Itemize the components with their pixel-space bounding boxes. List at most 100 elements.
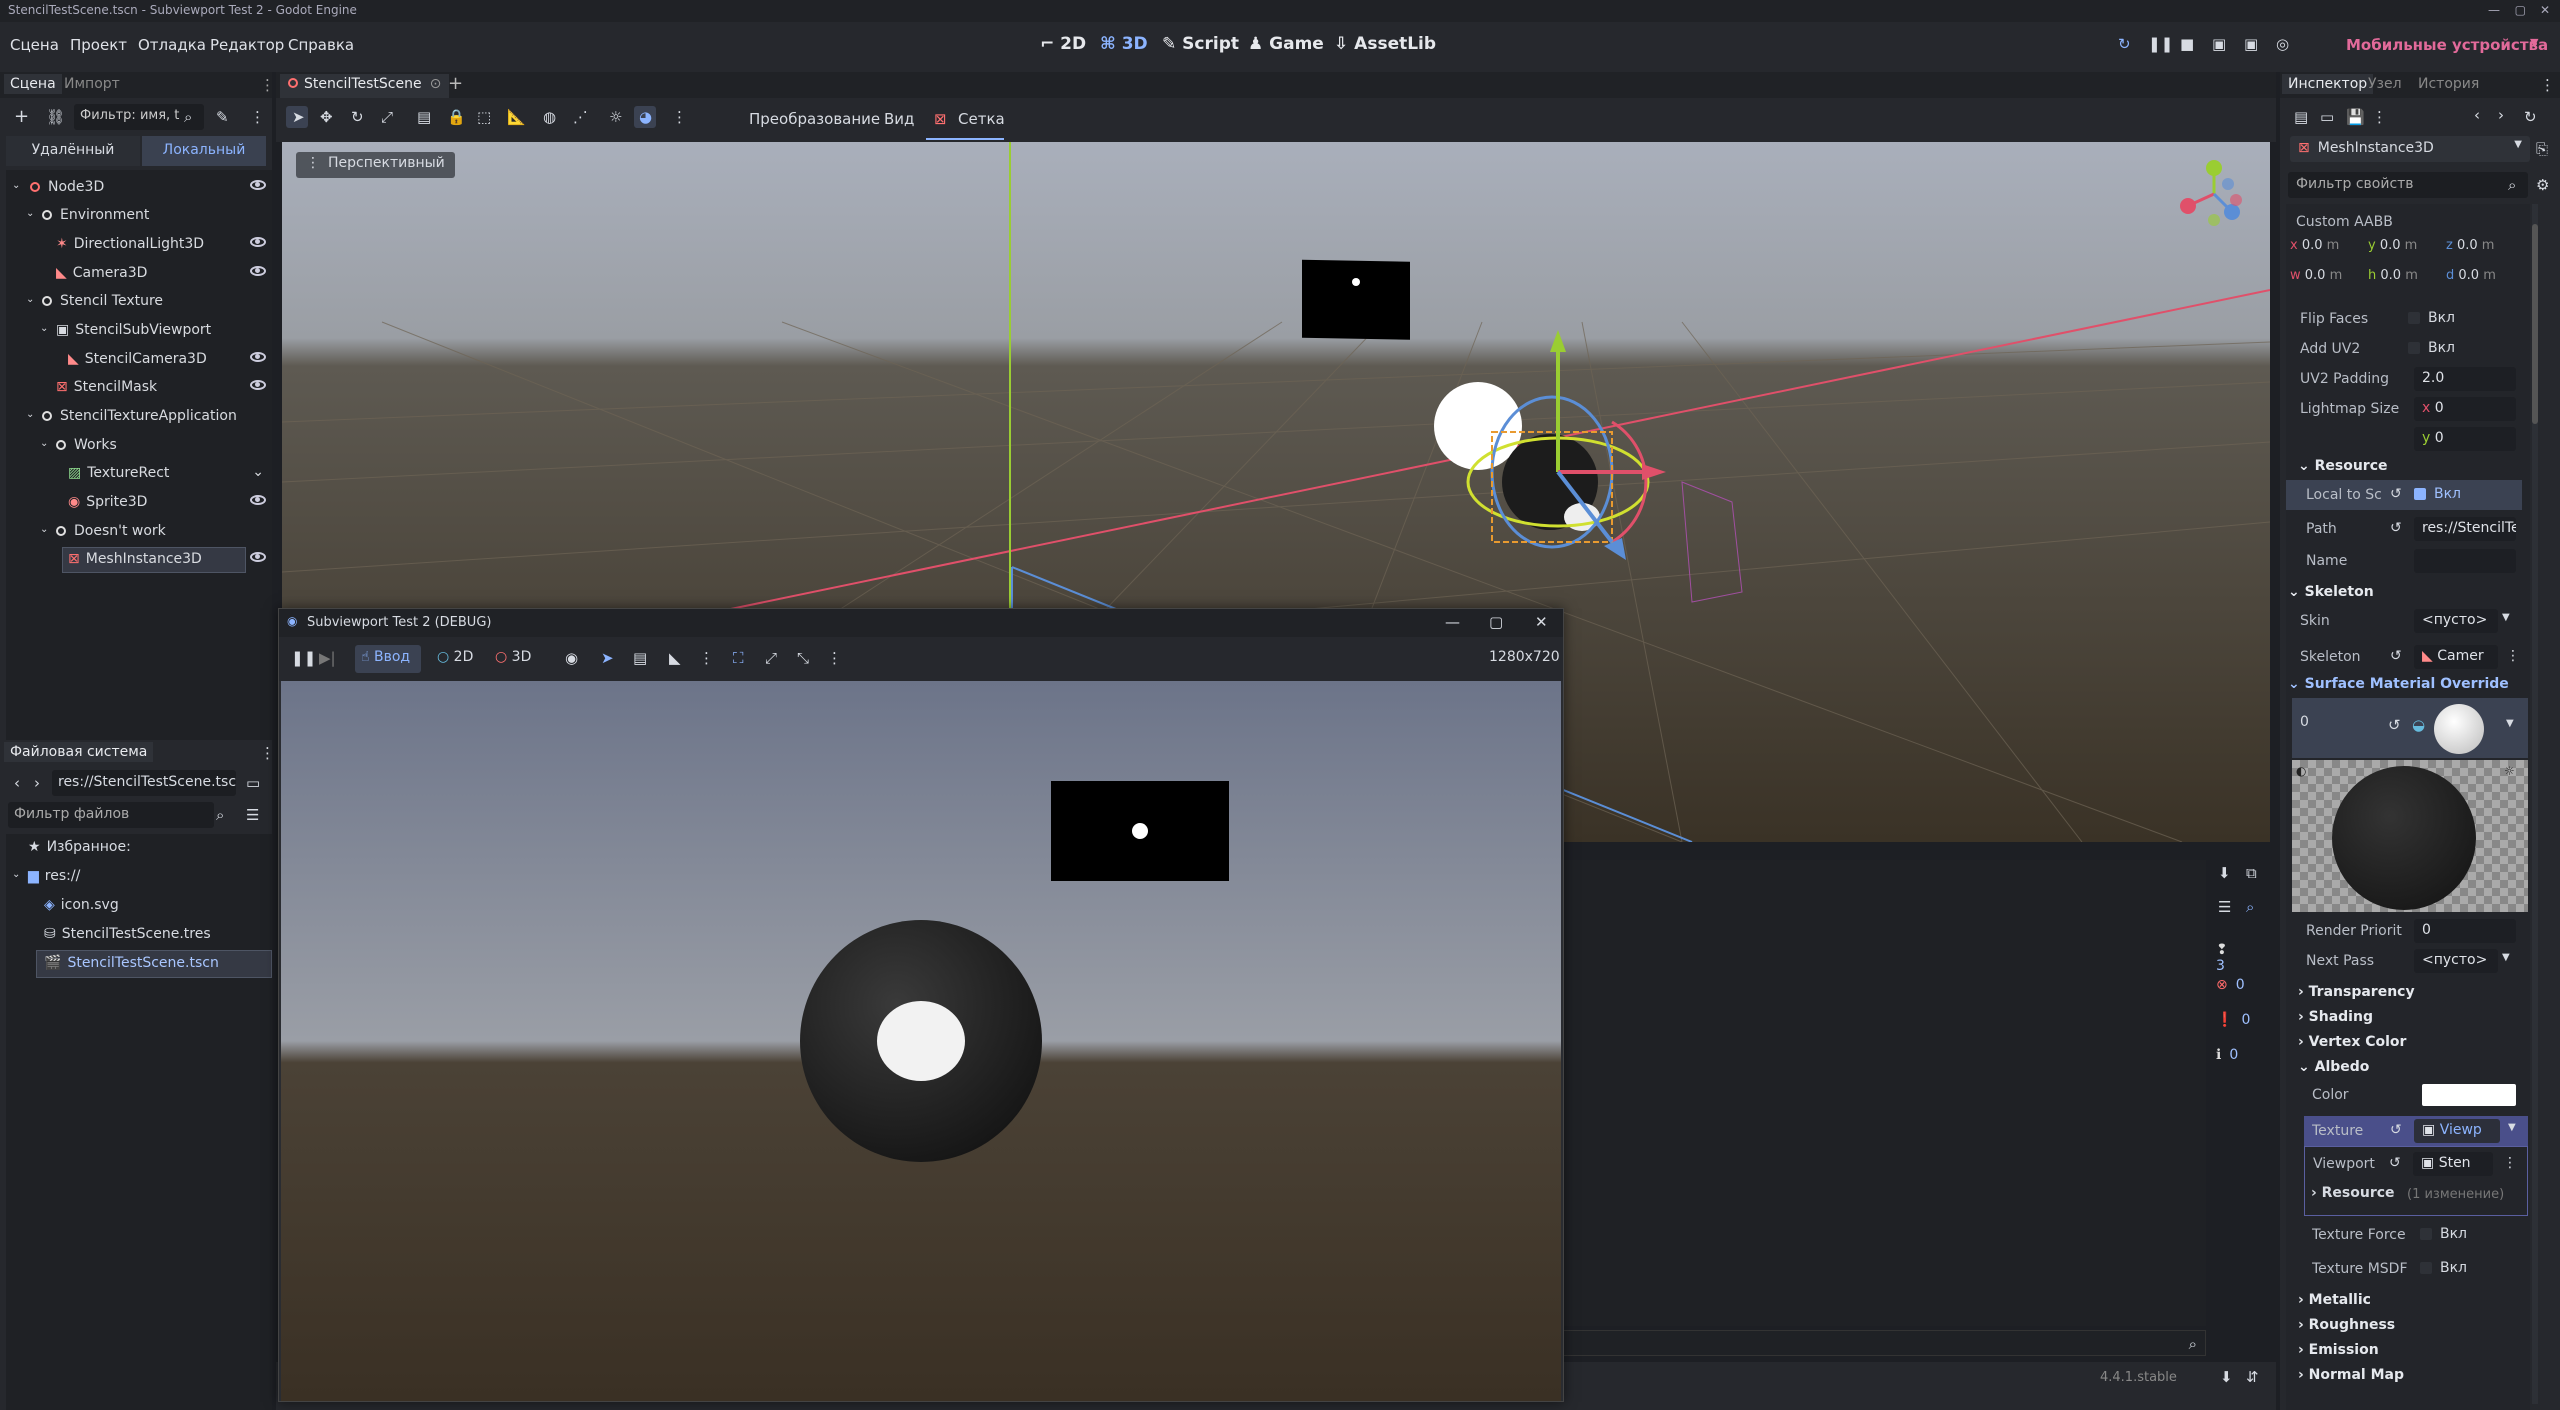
roughness-section[interactable]: › Roughness <box>2298 1317 2395 1333</box>
next-frame-icon[interactable]: ▶| <box>319 649 336 667</box>
dock-menu-icon[interactable]: ⋮ <box>260 744 275 762</box>
history-forward-icon[interactable]: › <box>2498 106 2504 124</box>
dock-menu-icon[interactable]: ⋮ <box>2540 76 2555 94</box>
aabb-y-field[interactable]: y 0.0 m <box>2368 238 2442 262</box>
stop-icon[interactable]: ■ <box>2180 35 2194 53</box>
select-tool-icon[interactable]: ➤ <box>286 106 308 128</box>
toolbar-menu-icon[interactable]: ⋮ <box>664 106 687 128</box>
tree-texture-rect[interactable]: ▨ TextureRect ⌄ <box>6 460 272 488</box>
render-priority-field[interactable]: 0 <box>2414 919 2516 943</box>
local-space-icon[interactable]: ◍ <box>538 106 560 128</box>
resource-section[interactable]: ⌄ Resource <box>2298 458 2388 474</box>
visibility-icon[interactable] <box>250 552 266 562</box>
more-icon[interactable]: ⋮ <box>2372 108 2387 126</box>
clear-output-icon[interactable]: ⬇ <box>2218 864 2231 882</box>
snap-icon[interactable]: ⋰ <box>568 106 590 128</box>
environment-preview-icon[interactable]: ◕ <box>634 106 656 128</box>
tab-import[interactable]: Импорт <box>64 76 120 92</box>
minimize-icon[interactable]: — <box>2488 3 2500 17</box>
name-field[interactable] <box>2414 549 2516 573</box>
menu-dots-icon[interactable]: ⋮ <box>699 649 714 667</box>
sun-icon[interactable]: ☼ <box>2504 764 2515 778</box>
local-to-scene-checkbox[interactable]: Вкл <box>2414 486 2461 502</box>
revert-icon[interactable]: ↺ <box>2388 716 2401 734</box>
menu-scene[interactable]: Сцена <box>10 36 59 54</box>
log-count-messages[interactable]: ❢3 <box>2210 938 2244 974</box>
revert-icon[interactable]: ↺ <box>2390 520 2402 536</box>
mode-script[interactable]: ✎ Script <box>1162 34 1239 54</box>
aabb-w-field[interactable]: w 0.0 m <box>2290 268 2364 292</box>
aabb-h-field[interactable]: h 0.0 m <box>2368 268 2442 292</box>
emission-section[interactable]: › Emission <box>2298 1342 2379 1358</box>
tree-sprite3d[interactable]: ◉ Sprite3D <box>6 489 272 517</box>
list-select-icon[interactable]: ▤ <box>633 649 647 667</box>
close-icon[interactable]: ✕ <box>1535 613 1548 631</box>
remote-button[interactable]: Удалённый <box>6 136 140 166</box>
2d-mode-button[interactable]: ○ 2D <box>437 649 473 665</box>
metallic-section[interactable]: › Metallic <box>2298 1292 2371 1308</box>
docs-icon[interactable]: ⎘ <box>2536 140 2548 158</box>
new-resource-icon[interactable]: ▤ <box>2294 108 2308 126</box>
tree-doesnt-work[interactable]: ⌄ Doesn't work <box>6 518 272 546</box>
menu-dots-icon[interactable]: ⋮ <box>827 649 842 667</box>
aabb-d-field[interactable]: d 0.0 m <box>2446 268 2526 292</box>
transparency-section[interactable]: › Transparency <box>2298 984 2415 1000</box>
renderer-select[interactable]: Мобильные устройства <box>2346 36 2548 54</box>
scene-menu-icon[interactable]: ⋮ <box>250 108 265 126</box>
tree-mesh-instance[interactable]: ⊠ MeshInstance3D <box>6 546 272 574</box>
revert-icon[interactable]: ↺ <box>2390 486 2402 502</box>
root-folder-row[interactable]: ⌄ ▆ res:// <box>6 863 272 891</box>
chevron-down-icon[interactable]: ▼ <box>2506 718 2514 729</box>
next-pass-field[interactable]: <пусто> <box>2414 949 2498 973</box>
log-count-errors[interactable]: ⊗ 0 <box>2210 973 2245 999</box>
menu-grid[interactable]: ⊠ Сетка <box>926 102 1005 140</box>
visibility-icon[interactable] <box>250 180 266 190</box>
skeleton-field[interactable]: ◣ Camer <box>2414 645 2498 669</box>
split-view-icon[interactable]: ▭ <box>246 774 260 792</box>
copy-output-icon[interactable]: ⧉ <box>2246 864 2257 882</box>
renderer-chevron-icon[interactable]: ▼ <box>2530 36 2538 49</box>
menu-project[interactable]: Проект <box>70 36 127 54</box>
tree-stencil-camera[interactable]: ◣ StencilCamera3D <box>6 346 272 374</box>
visibility-icon[interactable]: ◉ <box>565 649 578 667</box>
search-icon[interactable]: ⌕ <box>2246 898 2254 916</box>
visibility-icon[interactable] <box>250 380 266 390</box>
list-tool-icon[interactable]: ▤ <box>412 106 434 128</box>
sort-icon[interactable]: ☰ <box>246 806 259 824</box>
scene-tab[interactable]: StencilTestScene ⊙ <box>280 74 450 98</box>
lock-icon[interactable]: 🔒 <box>442 106 466 128</box>
save-icon[interactable]: 💾 <box>2346 108 2365 126</box>
menu-help[interactable]: Справка <box>288 36 354 54</box>
uv2-padding-field[interactable]: 2.0 <box>2414 367 2516 391</box>
chevron-down-icon[interactable]: ▼ <box>2502 952 2510 963</box>
tab-history[interactable]: История <box>2418 76 2479 92</box>
sun-preview-icon[interactable]: ☼ <box>604 106 626 128</box>
tree-stencil-mask[interactable]: ⊠ StencilMask <box>6 374 272 402</box>
visibility-icon[interactable] <box>250 352 266 362</box>
maximize-icon[interactable]: ▢ <box>2515 3 2526 17</box>
tab-inspector[interactable]: Инспектор <box>2282 74 2374 94</box>
pin-icon[interactable]: ⬇ <box>2220 1368 2233 1386</box>
open-icon[interactable]: ▭ <box>2320 108 2334 126</box>
add-tab-icon[interactable]: + <box>448 73 463 94</box>
scale-tool-icon[interactable]: ⤢ <box>376 106 398 128</box>
input-mode-button[interactable]: ☝ Ввод <box>355 645 421 673</box>
run-scene-icon[interactable]: ▣ <box>2244 35 2258 53</box>
rotate-tool-icon[interactable]: ↻ <box>346 106 368 128</box>
lightmap-y-field[interactable]: y 0 <box>2414 427 2516 451</box>
local-button[interactable]: Локальный <box>142 136 266 166</box>
normal-map-section[interactable]: › Normal Map <box>2298 1367 2404 1383</box>
mode-2d[interactable]: ⌐ 2D <box>1040 34 1086 54</box>
tree-node3d[interactable]: ⌄ Node3D <box>6 174 272 202</box>
pause-icon[interactable]: ❚❚ <box>291 649 316 667</box>
perspective-button[interactable]: ⋮ Перспективный <box>296 152 455 178</box>
camera-override-icon[interactable]: ◣ <box>669 649 681 667</box>
fullscreen-icon[interactable]: ⤡ <box>797 649 809 667</box>
skeleton-section[interactable]: ⌄ Skeleton <box>2288 584 2374 600</box>
albedo-section[interactable]: ⌄ Albedo <box>2298 1059 2369 1075</box>
tree-directional-light[interactable]: ✶ DirectionalLight3D <box>6 231 272 259</box>
dock-menu-icon[interactable]: ⋮ <box>260 76 275 94</box>
log-count-editor[interactable]: ℹ0 <box>2210 1043 2244 1069</box>
mode-assetlib[interactable]: ⇩ AssetLib <box>1334 34 1436 54</box>
history-back-icon[interactable]: ‹ <box>2474 106 2480 124</box>
